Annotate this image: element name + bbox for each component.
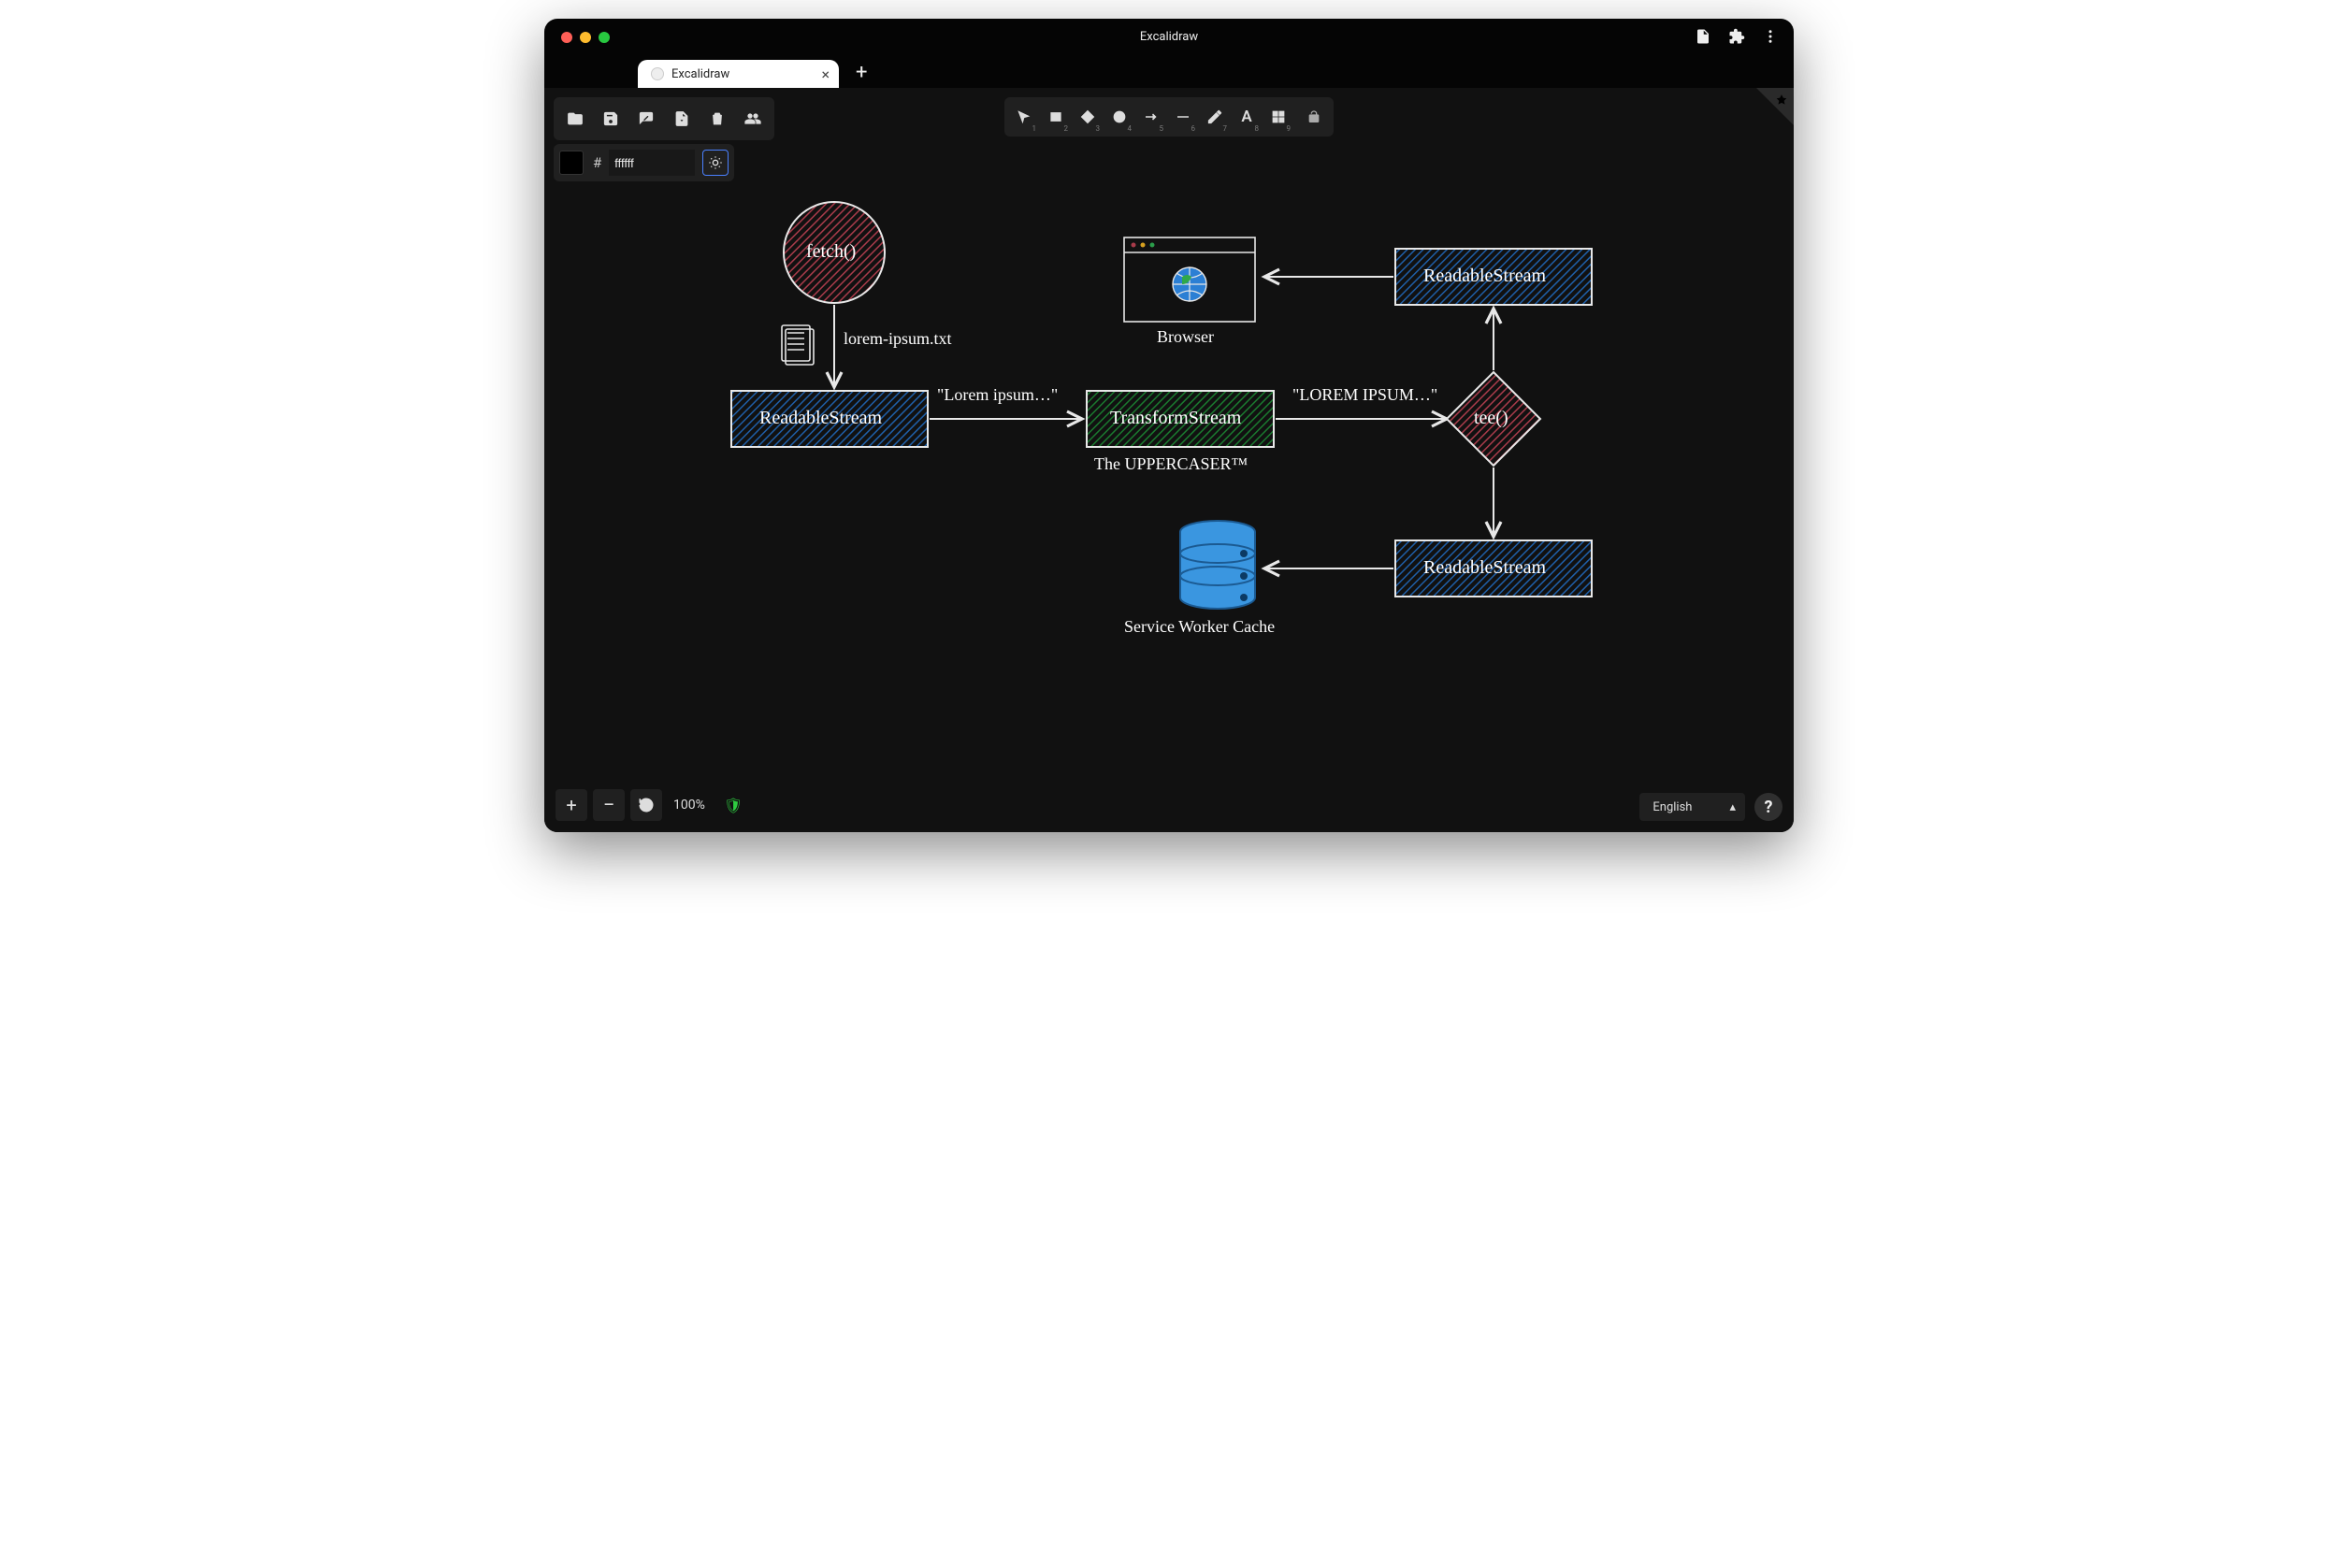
document-icon[interactable] <box>1695 28 1711 49</box>
close-tab-button[interactable]: × <box>821 65 830 83</box>
help-button[interactable]: ? <box>1754 793 1782 821</box>
label-lorem: "Lorem ipsum…" <box>937 385 1058 405</box>
zoom-level: 100% <box>673 798 705 813</box>
close-window-button[interactable] <box>561 32 572 43</box>
tab-strip: Excalidraw × + <box>544 54 1794 88</box>
window-title: Excalidraw <box>1140 30 1198 44</box>
language-select[interactable]: English ▴ <box>1639 793 1745 821</box>
bottom-right-controls: English ▴ ? <box>1639 793 1782 821</box>
tab-favicon <box>651 67 664 80</box>
tab-label: Excalidraw <box>671 67 729 81</box>
app-surface: # 1 2 3 4 5 6 7 A8 9 <box>544 88 1794 832</box>
label-readable-2: ReadableStream <box>1423 266 1546 287</box>
label-filename: lorem-ipsum.txt <box>844 329 952 349</box>
minimize-window-button[interactable] <box>580 32 591 43</box>
label-tee: tee() <box>1474 408 1508 429</box>
titlebar: Excalidraw <box>544 19 1794 54</box>
encryption-shield-icon[interactable]: 🛡 <box>724 797 743 814</box>
label-transform: TransformStream <box>1110 408 1241 429</box>
zoom-controls: + − 100% 🛡 <box>556 789 743 821</box>
label-readable-3: ReadableStream <box>1423 557 1546 579</box>
language-label: English <box>1652 800 1692 814</box>
label-swcache: Service Worker Cache <box>1124 617 1275 637</box>
app-window: Excalidraw Excalidraw × + # <box>544 19 1794 832</box>
label-uppercaser: The UPPERCASER™ <box>1094 454 1248 474</box>
new-tab-button[interactable]: + <box>856 61 867 84</box>
window-controls <box>561 32 610 43</box>
label-fetch: fetch() <box>806 241 856 263</box>
label-lorem-upper: "LOREM IPSUM…" <box>1292 385 1437 405</box>
chevron-up-icon: ▴ <box>1729 800 1736 814</box>
label-browser: Browser <box>1157 327 1214 347</box>
zoom-out-button[interactable]: − <box>593 789 625 821</box>
tab-excalidraw[interactable]: Excalidraw × <box>638 60 839 88</box>
label-readable-1: ReadableStream <box>759 408 882 429</box>
reset-zoom-button[interactable] <box>630 789 662 821</box>
zoom-in-button[interactable]: + <box>556 789 587 821</box>
extension-icon[interactable] <box>1728 28 1745 49</box>
more-icon[interactable] <box>1762 28 1779 49</box>
maximize-window-button[interactable] <box>599 32 610 43</box>
